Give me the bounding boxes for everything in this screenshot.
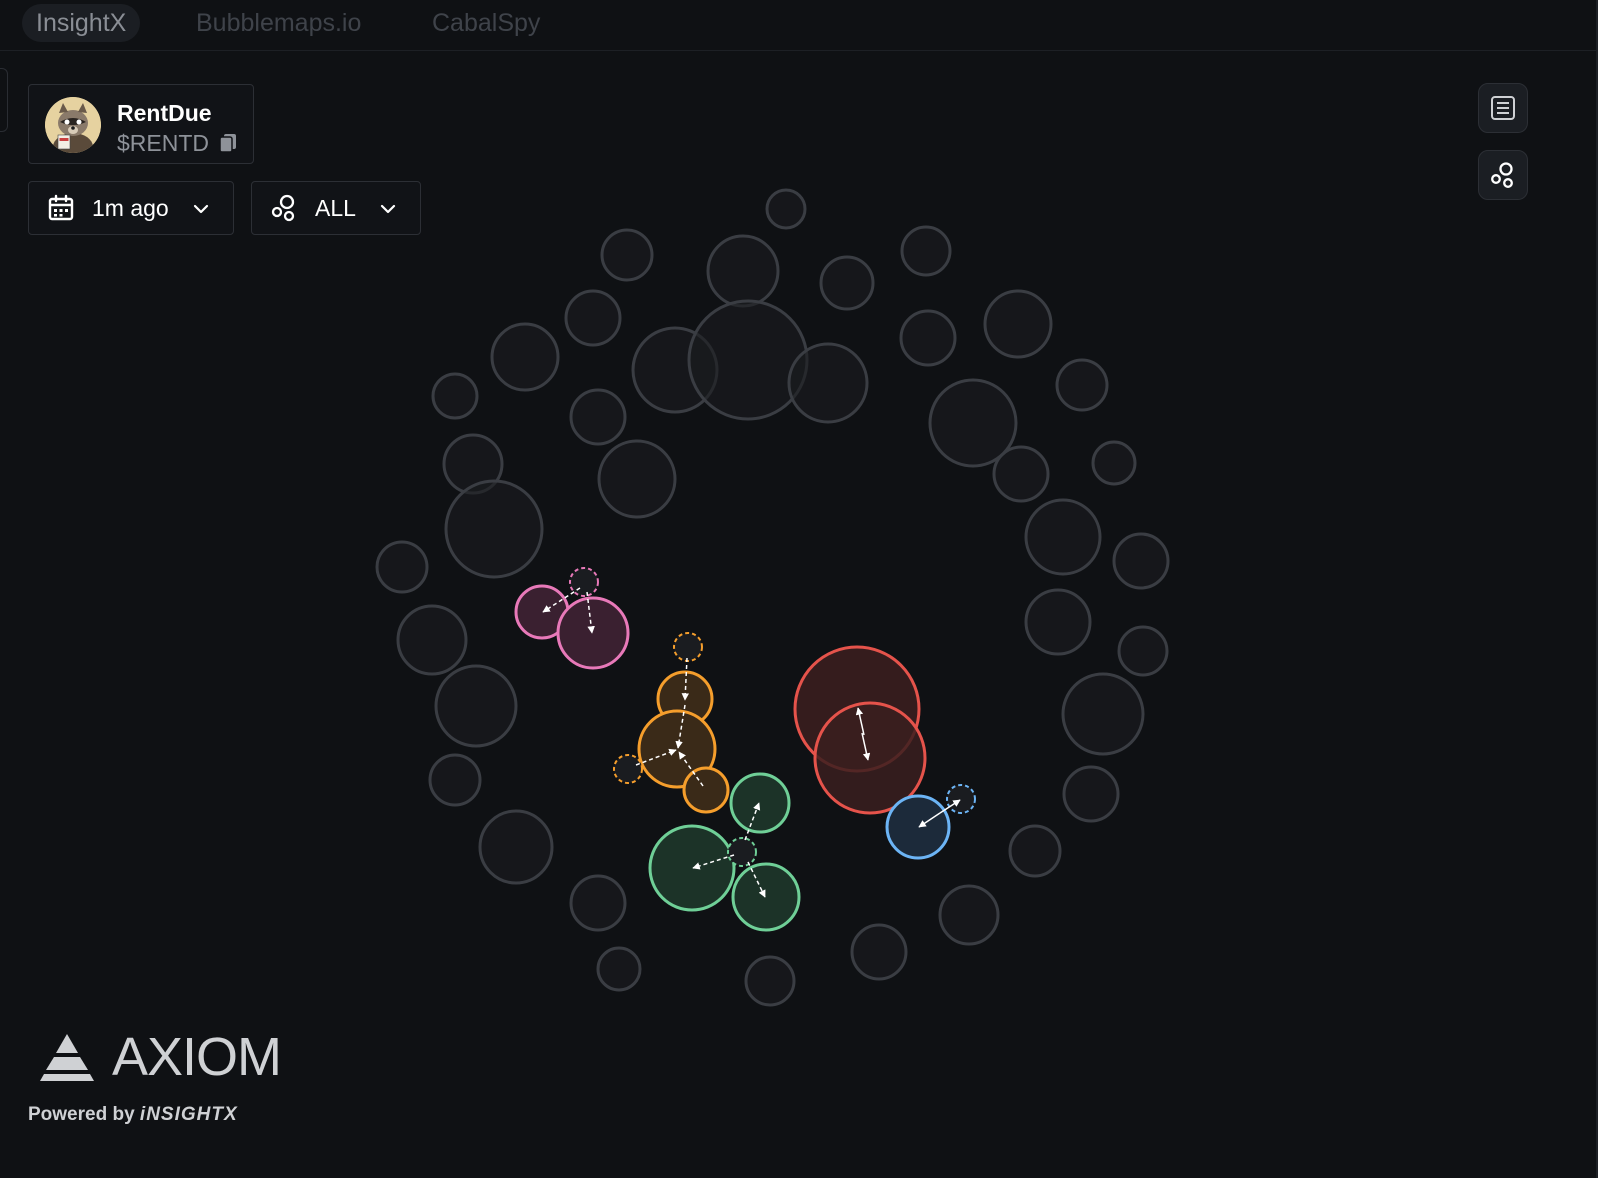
chevron-down-icon [193, 204, 209, 214]
holder-bubble[interactable] [1117, 625, 1169, 677]
holder-bubble[interactable] [687, 299, 809, 421]
axiom-logo-icon [40, 1034, 94, 1081]
holder-bubble[interactable] [765, 188, 807, 230]
cluster-red [793, 645, 927, 815]
holder-bubble[interactable] [428, 753, 482, 807]
holder-bubble[interactable] [478, 809, 554, 885]
token-card[interactable]: RentDue $RENTD [28, 84, 254, 164]
holder-bubble[interactable] [396, 604, 468, 676]
type-filter-label: ALL [315, 195, 356, 221]
bubbles-icon [271, 194, 295, 222]
powered-by-prefix: Powered by [28, 1104, 140, 1125]
bubbles-icon [1491, 162, 1513, 188]
holder-bubble[interactable] [375, 540, 429, 594]
holder-bubble[interactable] [1061, 672, 1145, 756]
holder-bubble[interactable] [900, 225, 952, 277]
calendar-icon [48, 194, 74, 221]
contract-bubble-green[interactable] [727, 837, 757, 867]
contract-bubble-blue[interactable] [946, 784, 976, 814]
cluster-pink [514, 567, 630, 670]
list-view-button[interactable] [1478, 83, 1528, 133]
bubblemap-screen: InsightX Bubblemaps.io CabalSpy RentDue … [0, 0, 1598, 1178]
bubble-view-button[interactable] [1478, 150, 1528, 200]
holder-bubble-orange[interactable] [682, 766, 730, 814]
raccoon-avatar-icon [45, 97, 101, 153]
holder-bubble[interactable] [706, 234, 780, 308]
holder-bubble-blue[interactable] [885, 794, 951, 860]
holder-bubble[interactable] [564, 289, 622, 347]
copy-icon[interactable] [219, 133, 237, 153]
time-filter-dropdown[interactable]: 1m ago [28, 181, 234, 235]
token-symbol: $RENTD [117, 130, 210, 156]
holder-bubble[interactable] [938, 884, 1000, 946]
token-name: RentDue [117, 100, 212, 126]
time-filter-label: 1m ago [92, 195, 169, 221]
holder-bubble[interactable] [431, 372, 479, 420]
holder-bubble[interactable] [600, 228, 654, 282]
holder-bubble[interactable] [569, 874, 627, 932]
bubble-map [375, 188, 1170, 1007]
holder-bubble-green[interactable] [729, 772, 791, 834]
contract-bubble-orange[interactable] [613, 754, 643, 784]
holder-bubble[interactable] [1062, 765, 1120, 823]
holder-bubble[interactable] [744, 955, 796, 1007]
holder-bubble[interactable] [992, 445, 1050, 503]
holder-bubble[interactable] [490, 322, 560, 392]
holder-bubble[interactable] [1091, 440, 1137, 486]
cluster-orange [613, 632, 730, 814]
holder-bubble[interactable] [787, 342, 869, 424]
holder-bubble[interactable] [850, 923, 908, 981]
holder-bubble[interactable] [1055, 358, 1109, 412]
holder-bubble[interactable] [1024, 498, 1102, 576]
holder-bubble[interactable] [1024, 588, 1092, 656]
contract-bubble-orange[interactable] [673, 632, 703, 662]
type-filter-dropdown[interactable]: ALL [251, 181, 421, 235]
holder-bubble[interactable] [597, 439, 677, 519]
holder-bubble[interactable] [819, 255, 875, 311]
chevron-down-icon [380, 204, 396, 214]
holder-bubble-pink[interactable] [556, 596, 630, 670]
holder-bubble[interactable] [983, 289, 1053, 359]
list-icon [1491, 96, 1515, 120]
holder-bubble-green[interactable] [731, 862, 801, 932]
holder-bubble-green[interactable] [648, 824, 736, 912]
holder-bubble[interactable] [1112, 532, 1170, 590]
holder-bubble[interactable] [1008, 824, 1062, 878]
holder-bubble[interactable] [444, 479, 544, 579]
holder-bubble[interactable] [596, 946, 642, 992]
powered-by-brand: iNSIGHTX [139, 1104, 238, 1125]
brand-name: AXIOM [112, 1027, 282, 1087]
powered-by: Powered by iNSIGHTX [28, 1104, 238, 1126]
holder-bubble[interactable] [569, 388, 627, 446]
holder-bubble[interactable] [434, 664, 518, 748]
contract-bubble-pink[interactable] [569, 567, 599, 597]
holder-bubble[interactable] [899, 309, 957, 367]
